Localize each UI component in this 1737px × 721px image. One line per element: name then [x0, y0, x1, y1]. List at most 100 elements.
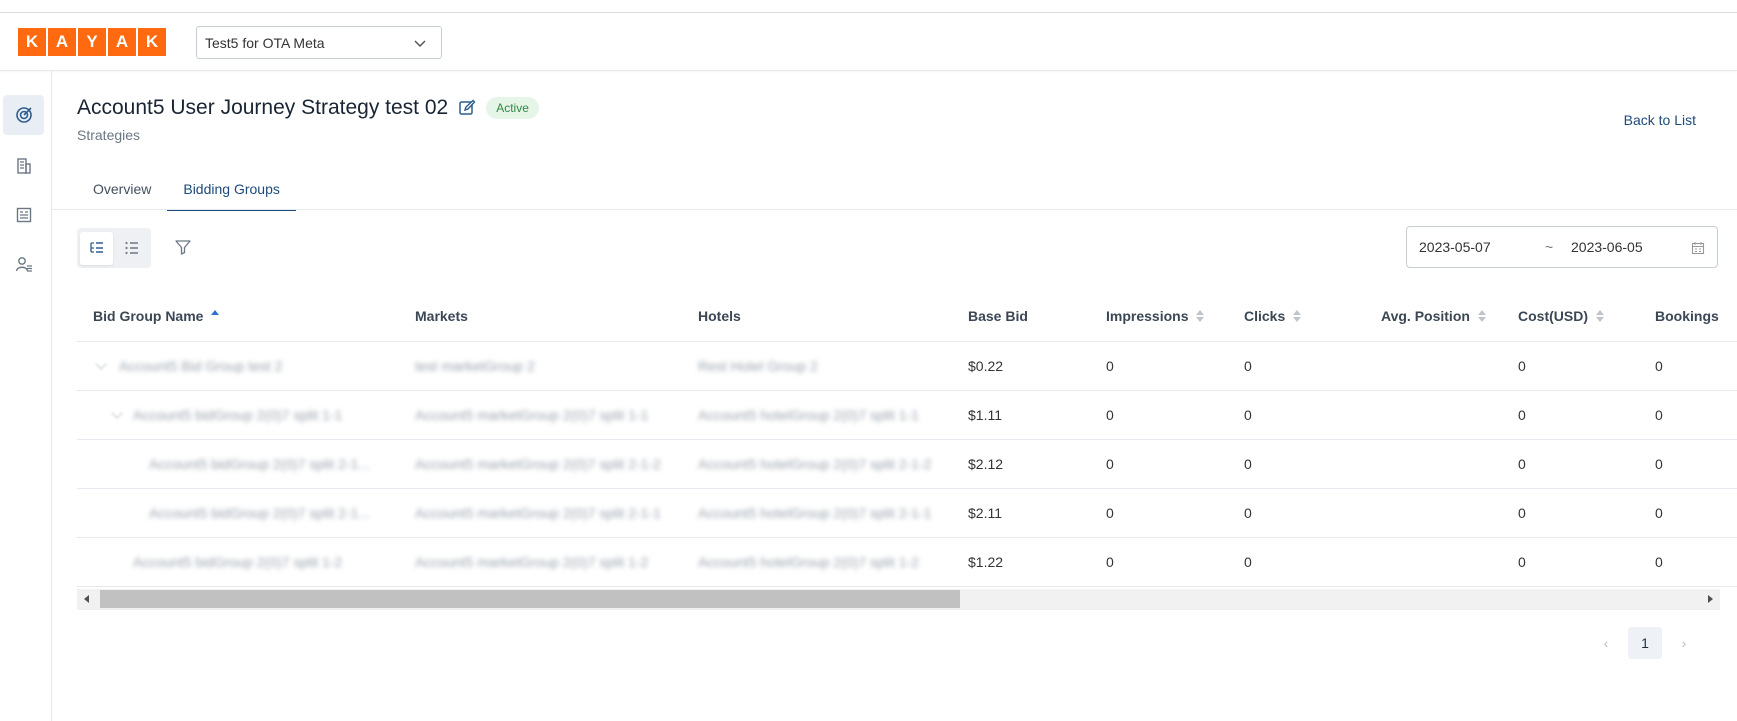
bid-group-name[interactable]: Account5 bidGroup 2(0)7 split 1-2	[133, 554, 342, 570]
cost-cell: 0	[1518, 407, 1526, 423]
column-label: Bookings	[1655, 308, 1719, 324]
markets-cell: Account5 marketGroup 2(0)7 split 2-1-2	[415, 456, 661, 472]
sort-ascending-icon[interactable]	[211, 310, 220, 322]
page-number-button[interactable]: 1	[1628, 627, 1662, 659]
bookings-cell: 0	[1655, 358, 1663, 374]
bid-group-name[interactable]: Account5 bidGroup 2(0)7 split 2-1...	[149, 456, 370, 472]
bookings-cell: 0	[1655, 505, 1663, 521]
app-header: K A Y A K Test5 for OTA Meta	[0, 13, 1737, 71]
sidebar-item-strategies[interactable]	[3, 95, 44, 135]
cost-cell: 0	[1518, 456, 1526, 472]
scroll-left-arrow-icon[interactable]	[84, 595, 89, 603]
column-label: Clicks	[1244, 308, 1286, 324]
column-label: Cost(USD)	[1518, 308, 1588, 324]
bid-group-name[interactable]: Account5 Bid Group test 2	[119, 358, 282, 374]
pagination: ‹ 1 ›	[1594, 627, 1696, 659]
collapse-caret-icon[interactable]	[111, 407, 123, 419]
table-header: Bid Group Name Markets Hotels Base Bid I…	[77, 292, 1737, 342]
column-label: Impressions	[1106, 308, 1189, 324]
column-header-bookings: Bookings	[1655, 308, 1719, 324]
table-row[interactable]: Account5 bidGroup 2(0)7 split 2-1... Acc…	[77, 489, 1737, 538]
status-badge: Active	[486, 97, 539, 119]
table-row[interactable]: Account5 bidGroup 2(0)7 split 1-1 Accoun…	[77, 391, 1737, 440]
bid-group-name[interactable]: Account5 bidGroup 2(0)7 split 1-1	[133, 407, 342, 423]
flat-list-view-button[interactable]	[115, 232, 148, 265]
tree-view-button[interactable]	[80, 231, 113, 265]
scrollbar-thumb[interactable]	[100, 590, 960, 608]
column-header-clicks[interactable]: Clicks	[1244, 308, 1302, 324]
column-header-avg-position[interactable]: Avg. Position	[1381, 308, 1486, 324]
clicks-cell: 0	[1244, 505, 1252, 521]
cost-cell: 0	[1518, 505, 1526, 521]
kayak-logo[interactable]: K A Y A K	[18, 28, 166, 56]
hotels-cell: Account5 hotelGroup 2(0)7 split 1-2	[698, 554, 920, 570]
sidebar	[0, 71, 52, 721]
tab-bidding-groups[interactable]: Bidding Groups	[167, 172, 296, 211]
tab-bar: Overview Bidding Groups	[77, 172, 296, 211]
end-date[interactable]: 2023-06-05	[1571, 239, 1643, 255]
markets-cell: test marketGroup 2	[415, 358, 535, 374]
logo-letter: K	[18, 28, 46, 56]
filter-icon[interactable]	[174, 238, 192, 256]
account-select[interactable]: Test5 for OTA Meta	[196, 26, 442, 59]
title-row: Account5 User Journey Strategy test 02 A…	[77, 96, 539, 120]
base-bid-cell: $1.22	[968, 554, 1004, 570]
bookings-cell: 0	[1655, 554, 1663, 570]
column-label: Markets	[415, 308, 468, 324]
impressions-cell: 0	[1106, 554, 1114, 570]
prev-page-button[interactable]: ‹	[1594, 627, 1618, 659]
date-range-picker[interactable]: 2023-05-07 ~ 2023-06-05	[1406, 226, 1718, 268]
sidebar-item-users[interactable]	[3, 244, 44, 284]
calendar-icon	[1691, 242, 1705, 255]
tree-list-icon	[89, 242, 103, 253]
next-page-button[interactable]: ›	[1672, 627, 1696, 659]
user-list-icon	[15, 257, 32, 272]
account-select-value: Test5 for OTA Meta	[205, 34, 325, 51]
start-date[interactable]: 2023-05-07	[1419, 239, 1491, 255]
report-icon	[16, 207, 31, 223]
view-toggle	[77, 228, 151, 268]
logo-letter: A	[48, 28, 76, 56]
sort-icon[interactable]	[1596, 310, 1604, 322]
impressions-cell: 0	[1106, 407, 1114, 423]
tab-overview[interactable]: Overview	[77, 172, 167, 211]
bidding-groups-table: Bid Group Name Markets Hotels Base Bid I…	[77, 292, 1737, 587]
tabs-divider	[52, 209, 1737, 210]
column-label: Avg. Position	[1381, 308, 1470, 324]
sort-icon[interactable]	[1293, 310, 1302, 322]
horizontal-scrollbar[interactable]	[77, 589, 1720, 610]
bookings-cell: 0	[1655, 456, 1663, 472]
collapse-caret-icon[interactable]	[95, 358, 107, 370]
back-to-list-link[interactable]: Back to List	[1624, 112, 1696, 128]
column-header-bid-group-name[interactable]: Bid Group Name	[93, 308, 220, 324]
logo-letter: Y	[78, 28, 106, 56]
logo-letter: A	[108, 28, 136, 56]
breadcrumb[interactable]: Strategies	[77, 127, 140, 143]
table-row[interactable]: Account5 bidGroup 2(0)7 split 2-1... Acc…	[77, 440, 1737, 489]
sort-icon[interactable]	[1196, 310, 1205, 322]
bookings-cell: 0	[1655, 407, 1663, 423]
column-header-markets: Markets	[415, 308, 468, 324]
scroll-right-arrow-icon[interactable]	[1708, 595, 1713, 603]
hotels-cell: Rest Hotel Group 2	[698, 358, 818, 374]
sort-icon[interactable]	[1477, 310, 1486, 322]
clicks-cell: 0	[1244, 554, 1252, 570]
hotels-cell: Account5 hotelGroup 2(0)7 split 2-1-2	[698, 456, 932, 472]
column-label: Bid Group Name	[93, 308, 204, 324]
cost-cell: 0	[1518, 358, 1526, 374]
column-header-hotels: Hotels	[698, 308, 741, 324]
impressions-cell: 0	[1106, 505, 1114, 521]
sidebar-item-reports[interactable]	[3, 195, 44, 235]
table-row[interactable]: Account5 bidGroup 2(0)7 split 1-2 Accoun…	[77, 538, 1737, 587]
chevron-down-icon	[414, 40, 426, 48]
sidebar-item-hotels[interactable]	[3, 146, 44, 186]
table-row[interactable]: Account5 Bid Group test 2 test marketGro…	[77, 342, 1737, 391]
column-label: Base Bid	[968, 308, 1028, 324]
base-bid-cell: $2.11	[968, 505, 1002, 521]
target-icon	[15, 107, 32, 123]
edit-icon[interactable]	[458, 99, 476, 117]
markets-cell: Account5 marketGroup 2(0)7 split 1-2	[415, 554, 649, 570]
column-header-impressions[interactable]: Impressions	[1106, 308, 1205, 324]
bid-group-name[interactable]: Account5 bidGroup 2(0)7 split 2-1...	[149, 505, 370, 521]
column-header-cost[interactable]: Cost(USD)	[1518, 308, 1604, 324]
